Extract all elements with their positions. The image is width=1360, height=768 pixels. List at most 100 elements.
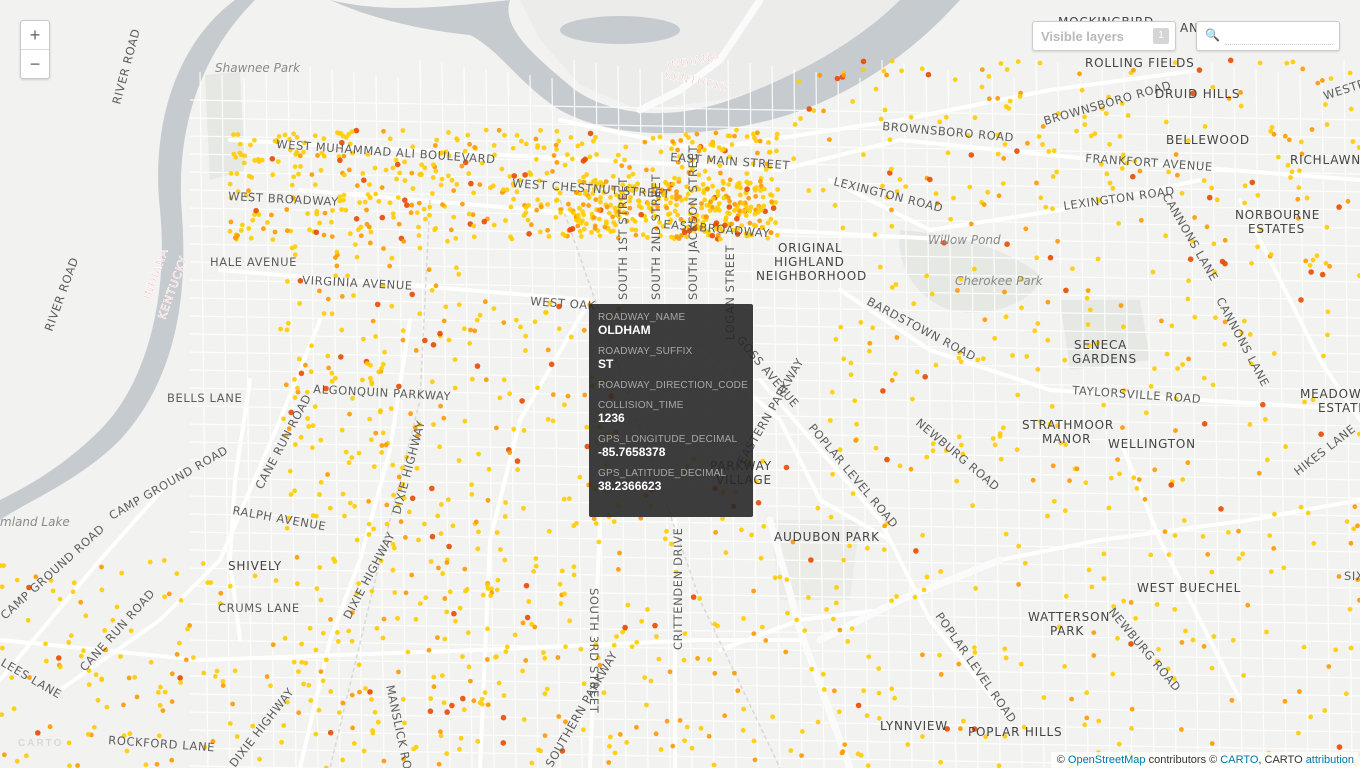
collision-point[interactable] — [384, 521, 390, 527]
collision-point[interactable] — [538, 748, 543, 754]
collision-point[interactable] — [762, 186, 767, 192]
collision-point[interactable] — [566, 201, 571, 207]
collision-point[interactable] — [1035, 367, 1041, 372]
collision-point[interactable] — [1296, 185, 1302, 191]
collision-point[interactable] — [1272, 511, 1277, 517]
collision-point[interactable] — [1209, 569, 1215, 575]
collision-point[interactable] — [467, 341, 472, 346]
collision-point[interactable] — [744, 134, 750, 139]
collision-point[interactable] — [504, 644, 510, 650]
collision-point[interactable] — [1045, 299, 1051, 305]
collision-point[interactable] — [342, 513, 347, 519]
collision-point[interactable] — [523, 205, 529, 211]
collision-point[interactable] — [178, 598, 184, 603]
collision-point[interactable] — [333, 375, 338, 381]
collision-point[interactable] — [382, 349, 387, 355]
collision-point[interactable] — [1003, 655, 1009, 661]
collision-point[interactable] — [726, 182, 732, 188]
collision-point[interactable] — [231, 151, 237, 157]
collision-point[interactable] — [591, 215, 597, 221]
collision-point[interactable] — [1310, 257, 1316, 263]
collision-point[interactable] — [998, 456, 1004, 462]
collision-point[interactable] — [796, 79, 802, 84]
collision-point[interactable] — [580, 202, 586, 208]
collision-point[interactable] — [484, 657, 490, 662]
collision-point[interactable] — [1024, 354, 1030, 359]
collision-point[interactable] — [339, 427, 345, 433]
collision-point[interactable] — [877, 264, 883, 270]
collision-point[interactable] — [1022, 560, 1028, 566]
collision-point[interactable] — [526, 231, 532, 237]
collision-point[interactable] — [361, 177, 367, 183]
collision-point[interactable] — [440, 202, 445, 208]
collision-point[interactable] — [581, 327, 587, 333]
collision-point[interactable] — [388, 406, 394, 411]
collision-point[interactable] — [1268, 569, 1274, 575]
collision-point[interactable] — [502, 557, 508, 563]
collision-point[interactable] — [476, 451, 481, 457]
collision-point[interactable] — [305, 211, 310, 217]
collision-point[interactable] — [672, 175, 677, 181]
collision-point[interactable] — [744, 186, 750, 192]
collision-point[interactable] — [255, 157, 261, 162]
collision-point[interactable] — [403, 535, 408, 540]
collision-point[interactable] — [381, 246, 386, 251]
collision-point[interactable] — [413, 744, 419, 750]
collision-point[interactable] — [494, 530, 500, 535]
collision-point[interactable] — [177, 640, 182, 646]
collision-point[interactable] — [1347, 606, 1353, 612]
collision-point[interactable] — [423, 595, 429, 601]
collision-point[interactable] — [1344, 519, 1350, 524]
collision-point[interactable] — [501, 320, 507, 325]
collision-point[interactable] — [445, 238, 450, 244]
collision-point[interactable] — [446, 337, 452, 343]
collision-point[interactable] — [888, 166, 894, 172]
collision-point[interactable] — [1318, 431, 1324, 438]
collision-point[interactable] — [579, 141, 585, 147]
collision-point[interactable] — [973, 585, 978, 591]
collision-point[interactable] — [1255, 192, 1261, 198]
collision-point[interactable] — [507, 450, 513, 455]
collision-point[interactable] — [712, 621, 718, 627]
collision-point[interactable] — [372, 165, 378, 171]
collision-point[interactable] — [656, 656, 662, 662]
collision-point[interactable] — [417, 311, 423, 317]
collision-point[interactable] — [707, 657, 712, 662]
collision-point[interactable] — [1196, 67, 1203, 73]
collision-point[interactable] — [1082, 122, 1088, 127]
collision-point[interactable] — [525, 217, 531, 223]
collision-point[interactable] — [1163, 119, 1169, 125]
zoom-in-button[interactable]: + — [21, 21, 49, 50]
collision-point[interactable] — [349, 692, 355, 698]
collision-point[interactable] — [1077, 71, 1082, 77]
collision-point[interactable] — [349, 129, 355, 135]
collision-point[interactable] — [952, 77, 958, 83]
collision-point[interactable] — [1297, 168, 1302, 174]
collision-point[interactable] — [232, 668, 238, 674]
collision-point[interactable] — [1201, 644, 1207, 649]
collision-point[interactable] — [589, 230, 594, 235]
collision-point[interactable] — [1314, 253, 1320, 259]
collision-point[interactable] — [829, 389, 835, 395]
collision-point[interactable] — [912, 594, 918, 600]
collision-point[interactable] — [185, 626, 190, 632]
collision-point[interactable] — [624, 740, 630, 745]
collision-point[interactable] — [734, 206, 740, 211]
collision-point[interactable] — [550, 418, 556, 424]
collision-point[interactable] — [462, 566, 468, 572]
collision-point[interactable] — [894, 594, 899, 599]
collision-point[interactable] — [920, 532, 925, 538]
collision-point[interactable] — [821, 687, 827, 692]
collision-point[interactable] — [580, 209, 585, 214]
collision-point[interactable] — [303, 362, 308, 368]
collision-point[interactable] — [848, 360, 854, 366]
collision-point[interactable] — [445, 497, 451, 503]
collision-point[interactable] — [985, 189, 991, 195]
collision-point[interactable] — [1000, 181, 1006, 187]
collision-point[interactable] — [293, 442, 298, 447]
collision-point[interactable] — [689, 745, 695, 751]
collision-point[interactable] — [1295, 196, 1301, 202]
collision-point[interactable] — [775, 187, 781, 192]
collision-point[interactable] — [429, 379, 435, 385]
collision-point[interactable] — [630, 171, 636, 177]
